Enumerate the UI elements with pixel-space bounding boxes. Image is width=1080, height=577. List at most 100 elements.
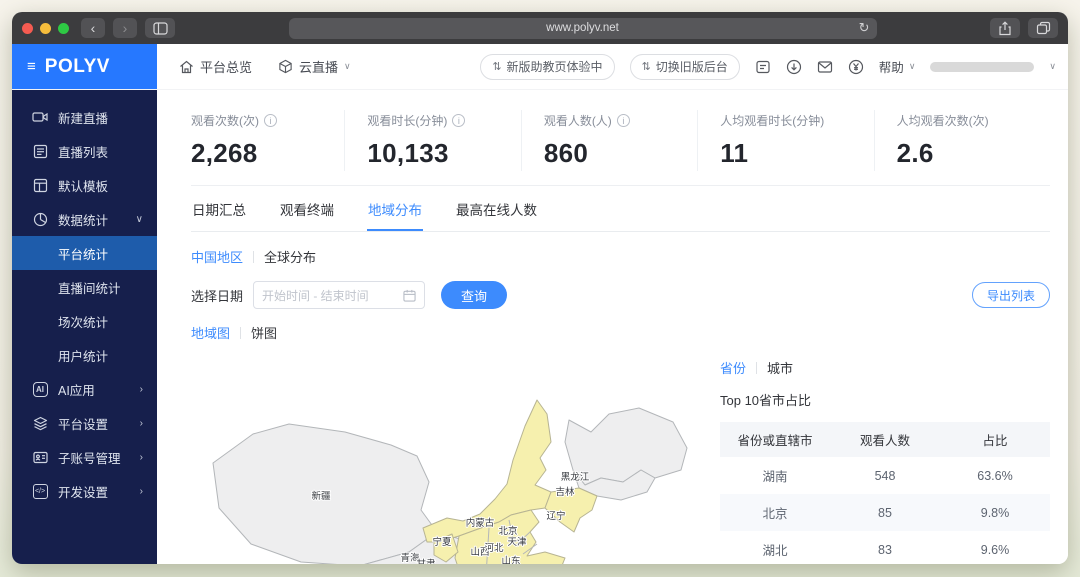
stat-value: 860 (544, 138, 689, 169)
divider (756, 362, 757, 374)
chevron-right-icon: › (140, 384, 143, 395)
browser-sidebar-toggle-icon[interactable] (145, 18, 175, 38)
address-bar[interactable]: www.polyv.net ↻ (289, 18, 877, 39)
browser-window: ‹ › www.polyv.net ↻ ≡ (12, 12, 1068, 564)
sidebar-item-dev-settings[interactable]: 开发设置 › (12, 474, 157, 508)
sidebar-label: 平台统计 (58, 244, 108, 263)
level-switch: 省份 城市 (720, 358, 1050, 377)
chevron-down-icon[interactable]: ∨ (1049, 61, 1056, 72)
sidebar-item-user-statistics[interactable]: 用户统计 (12, 338, 157, 372)
divider (253, 251, 254, 263)
china-map-area[interactable]: 新疆 黑龙江 吉林 辽宁 内蒙古 北京 天津 宁夏 山西 河北 山东 青海 甘肃 (191, 344, 720, 564)
swap-icon: ⇅ (492, 60, 501, 73)
sidebar-label: 场次统计 (58, 312, 108, 331)
nav-cloud-live[interactable]: 云直播 ∨ (278, 57, 351, 76)
brand-name: POLYV (45, 56, 110, 78)
sidebar-item-data-statistics[interactable]: 数据统计 ∨ (12, 202, 157, 236)
region-map-link[interactable]: 地域图 (191, 323, 230, 342)
tab-overview-icon[interactable] (1028, 18, 1058, 38)
sidebar-item-room-statistics[interactable]: 直播间统计 (12, 270, 157, 304)
map-label: 天津 (507, 537, 527, 548)
table-row: 湖南 548 63.6% (720, 457, 1050, 494)
close-window-button[interactable] (22, 23, 33, 34)
template-icon (32, 177, 48, 193)
info-icon[interactable] (264, 114, 277, 127)
stat-avg-views: 人均观看次数(次) 2.6 (874, 110, 1050, 171)
sidebar-label: 数据统计 (58, 210, 108, 229)
top10-subtitle: Top 10省市占比 (720, 390, 1050, 409)
calendar-icon[interactable] (403, 289, 416, 302)
export-list-button[interactable]: 导出列表 (972, 282, 1050, 308)
map-label: 辽宁 (546, 510, 565, 522)
map-label: 宁夏 (432, 536, 452, 548)
stat-label: 观看时长(分钟) (367, 112, 447, 129)
collapse-menu-icon[interactable]: ≡ (27, 59, 36, 74)
download-icon[interactable] (786, 59, 802, 75)
swap-icon: ⇅ (642, 60, 651, 73)
document-icon[interactable] (755, 59, 771, 75)
new-assistant-page-button[interactable]: ⇅ 新版助教页体验中 (480, 54, 614, 80)
sidebar-item-live-list[interactable]: 直播列表 (12, 134, 157, 168)
table-header-row: 省份或直辖市 观看人数 占比 (720, 422, 1050, 457)
minimize-window-button[interactable] (40, 23, 51, 34)
zoom-window-button[interactable] (58, 23, 69, 34)
sidebar-item-platform-settings[interactable]: 平台设置 › (12, 406, 157, 440)
query-button[interactable]: 查询 (441, 281, 507, 309)
cell-viewers: 83 (830, 531, 940, 564)
tab-max-online[interactable]: 最高在线人数 (455, 186, 538, 231)
chevron-down-icon: ∨ (344, 61, 351, 72)
tab-date-summary[interactable]: 日期汇总 (191, 186, 247, 231)
switch-old-console-button[interactable]: ⇅ 切换旧版后台 (630, 54, 740, 80)
mail-icon[interactable] (817, 60, 833, 74)
cell-province: 湖南 (720, 457, 830, 494)
sidebar-item-session-statistics[interactable]: 场次统计 (12, 304, 157, 338)
sidebar-item-platform-statistics[interactable]: 平台统计 (12, 236, 157, 270)
region-content: 新疆 黑龙江 吉林 辽宁 内蒙古 北京 天津 宁夏 山西 河北 山东 青海 甘肃 (191, 344, 1050, 564)
help-label: 帮助 (879, 57, 904, 76)
city-level-link[interactable]: 城市 (767, 358, 793, 377)
tab-view-terminal[interactable]: 观看终端 (279, 186, 335, 231)
header-right: ⇅ 新版助教页体验中 ⇅ 切换旧版后台 (480, 44, 1068, 89)
tab-region-distribution[interactable]: 地域分布 (367, 186, 423, 231)
map-label: 吉林 (555, 486, 575, 498)
account-name-masked[interactable] (930, 62, 1034, 72)
share-icon[interactable] (990, 18, 1020, 38)
chevron-right-icon: › (140, 418, 143, 429)
global-distribution-link[interactable]: 全球分布 (264, 247, 316, 266)
province-level-link[interactable]: 省份 (720, 358, 746, 377)
sidebar-item-default-template[interactable]: 默认模板 (12, 168, 157, 202)
china-region-link[interactable]: 中国地区 (191, 247, 243, 266)
top10-panel: 省份 城市 Top 10省市占比 省份或直辖市 观看人数 占比 (720, 344, 1050, 564)
date-range-input[interactable]: 开始时间 - 结束时间 (253, 281, 425, 309)
header-viewers: 观看人数 (830, 422, 940, 457)
reload-icon[interactable]: ↻ (859, 20, 870, 36)
stat-tabs: 日期汇总 观看终端 地域分布 最高在线人数 (191, 186, 1050, 232)
map-label: 山东 (501, 555, 520, 564)
map-label: 黑龙江 (561, 471, 590, 483)
home-icon (179, 60, 194, 74)
info-icon[interactable] (452, 114, 465, 127)
currency-icon[interactable] (848, 59, 864, 75)
sidebar-item-ai-apps[interactable]: AI应用 › (12, 372, 157, 406)
china-map[interactable]: 新疆 黑龙江 吉林 辽宁 内蒙古 北京 天津 宁夏 山西 河北 山东 青海 甘肃 (193, 368, 698, 564)
browser-back-button[interactable]: ‹ (81, 18, 105, 38)
browser-forward-button[interactable]: › (113, 18, 137, 38)
pie-chart-link[interactable]: 饼图 (251, 323, 277, 342)
sidebar-item-new-live[interactable]: 新建直播 (12, 100, 157, 134)
polyv-logo[interactable]: ≡ POLYV (12, 44, 157, 89)
stats-row: 观看次数(次) 2,268 观看时长(分钟) 10,133 观看人数(人) 86… (191, 90, 1050, 186)
date-range-placeholder: 开始时间 - 结束时间 (262, 287, 397, 304)
table-row: 北京 85 9.8% (720, 494, 1050, 531)
nav-platform-overview-label: 平台总览 (200, 57, 252, 76)
info-icon[interactable] (617, 114, 630, 127)
sidebar-label: 直播列表 (58, 142, 108, 161)
help-menu[interactable]: 帮助 ∨ (879, 57, 916, 76)
ai-icon (32, 381, 48, 397)
app-header: ≡ POLYV 平台总览 云直播 ∨ ⇅ 新版助教页体验中 (12, 44, 1068, 90)
new-assistant-page-label: 新版助教页体验中 (507, 58, 603, 75)
nav-platform-overview[interactable]: 平台总览 (179, 57, 252, 76)
sidebar-item-subaccount-management[interactable]: 子账号管理 › (12, 440, 157, 474)
main-content: 观看次数(次) 2,268 观看时长(分钟) 10,133 观看人数(人) 86… (157, 90, 1068, 564)
url-text: www.polyv.net (546, 22, 619, 34)
code-icon (32, 483, 48, 499)
